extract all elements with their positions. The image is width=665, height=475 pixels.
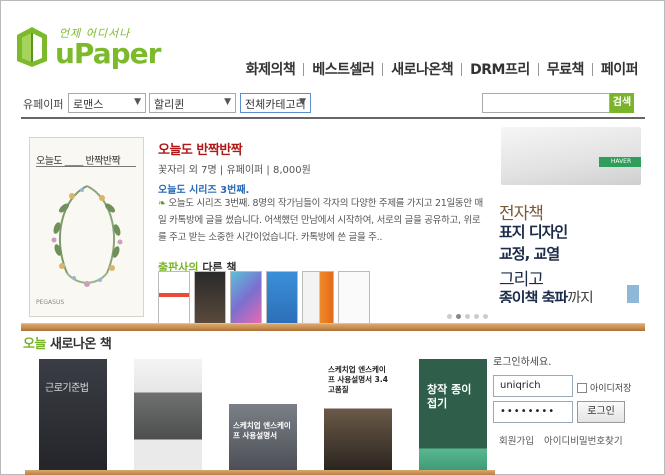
wooden-shelf-divider xyxy=(21,323,645,331)
search-input[interactable] xyxy=(482,93,610,113)
new-book-cover[interactable]: 스케치업 엔스케이프 사용설명서 xyxy=(229,359,297,471)
password-input[interactable]: •••••••• xyxy=(493,401,573,423)
featured-book-cover[interactable]: 오늘도 ____ 반짝반짝 PEGASUS xyxy=(29,137,144,317)
find-account-link[interactable]: 아이디비밀번호찾기 xyxy=(544,433,623,447)
site-logo[interactable]: 언제 어디서나 uPaper xyxy=(15,23,161,71)
promo-book-image: HAVER xyxy=(501,127,641,185)
username-input[interactable]: uniqrich xyxy=(493,375,573,397)
cover-publisher: PEGASUS xyxy=(36,299,65,306)
publisher-book-thumb[interactable] xyxy=(230,271,262,325)
nav-divider xyxy=(382,62,384,76)
checkbox-icon xyxy=(577,382,587,393)
carousel-dot[interactable] xyxy=(447,314,452,319)
login-links: 회원가입 아이디비밀번호찾기 xyxy=(499,433,623,447)
login-title: 로그인하세요. xyxy=(493,357,552,368)
publisher-book-thumb[interactable] xyxy=(338,271,370,325)
category-select-2[interactable]: 할리퀸 ▼ xyxy=(149,93,236,113)
chevron-down-icon: ▼ xyxy=(299,97,306,107)
promo-line-3: 교정, 교열 xyxy=(499,245,560,263)
save-id-label: 아이디저장 xyxy=(590,384,632,394)
nav-hot-books[interactable]: 화제의책 xyxy=(246,59,296,79)
main-nav: 화제의책 베스트셀러 새로나온책 DRM프리 무료책 페이퍼 xyxy=(246,59,639,79)
new-books-heading: 오늘 새로나온 책 xyxy=(23,333,112,352)
category-select-3-value: 전체카테고리 xyxy=(245,98,306,111)
featured-description: ❧ 오늘도 시리즈 3번째. 8명의 작가님들이 각자의 다양한 주제를 가지고… xyxy=(158,195,488,246)
carousel-dot[interactable] xyxy=(465,314,470,319)
category-search-bar: 유페이퍼 > 로맨스 ▼ 할리퀸 ▼ 전체카테고리 ▼ 검색 xyxy=(21,93,645,119)
publisher-book-thumb[interactable] xyxy=(266,271,298,325)
nav-bestseller[interactable]: 베스트셀러 xyxy=(312,59,374,79)
nav-divider xyxy=(303,62,305,76)
nav-divider xyxy=(537,62,539,76)
carousel-dots xyxy=(447,314,488,319)
chevron-down-icon: ▼ xyxy=(224,97,231,107)
carousel-dot[interactable] xyxy=(474,314,479,319)
featured-title[interactable]: 오늘도 반짝반짝 xyxy=(158,139,243,158)
new-books-shelf xyxy=(25,470,495,475)
wreath-illustration-icon xyxy=(51,185,123,287)
nav-new-books[interactable]: 새로나온책 xyxy=(391,59,453,79)
login-box: 로그인하세요. uniqrich 아이디저장 •••••••• 로그인 회원가입… xyxy=(489,351,645,475)
new-books-heading-today: 오늘 xyxy=(23,337,46,352)
publisher-books-list xyxy=(158,271,370,325)
username-value: uniqrich xyxy=(500,380,541,391)
chevron-down-icon: ▼ xyxy=(134,97,141,107)
promo-decoration xyxy=(627,285,639,303)
new-book-title: 스케치업 엔스케이프 사용설명서 3.4 고품질 xyxy=(328,365,388,394)
new-book-cover[interactable] xyxy=(134,359,202,471)
promo-line-5-bold: 종이책 축파 xyxy=(499,289,568,303)
signup-link[interactable]: 회원가입 xyxy=(499,433,534,447)
save-id-checkbox[interactable]: 아이디저장 xyxy=(577,381,631,394)
logo-text: uPaper xyxy=(55,37,161,70)
cover-divider xyxy=(36,166,136,167)
category-select-1-value: 로맨스 xyxy=(73,98,104,111)
carousel-dot[interactable] xyxy=(483,314,488,319)
new-book-cover[interactable]: 창작 종이접기 xyxy=(419,359,487,471)
promo-line-5: 종이책 축파까지 xyxy=(499,287,594,303)
cover-title: 오늘도 ____ 반짝반짝 xyxy=(36,156,121,167)
new-books-heading-rest: 새로나온 책 xyxy=(45,337,112,352)
promo-book-strip: HAVER xyxy=(599,157,641,167)
featured-series: 오늘도 시리즈 3번째. xyxy=(158,185,250,196)
browser-frame: 언제 어디서나 uPaper 화제의책 베스트셀러 새로나온책 DRM프리 무료… xyxy=(0,0,665,475)
featured-description-text: 오늘도 시리즈 3번째. 8명의 작가님들이 각자의 다양한 주제를 가지고 2… xyxy=(158,198,483,243)
featured-section: 오늘도 ____ 반짝반짝 PEGASUS 오늘도 반짝반짝 꽃자리 외 7명 … xyxy=(21,121,645,327)
password-value: •••••••• xyxy=(500,406,556,417)
nav-drm-free[interactable]: DRM프리 xyxy=(470,59,530,79)
nav-paper[interactable]: 페이퍼 xyxy=(601,59,639,79)
nav-free-books[interactable]: 무료책 xyxy=(547,59,585,79)
promo-line-2: 표지 디자인 xyxy=(499,223,568,241)
publisher-book-thumb[interactable] xyxy=(302,271,334,325)
promo-line-5-thin: 까지 xyxy=(567,289,594,303)
search-button[interactable]: 검색 xyxy=(610,93,634,113)
promo-banner[interactable]: HAVER 전자책 표지 디자인 교정, 교열 그리고 종이책 축파까지 xyxy=(493,127,641,303)
category-select-3[interactable]: 전체카테고리 ▼ xyxy=(240,93,311,113)
nav-divider xyxy=(461,62,463,76)
new-book-cover[interactable]: 스케치업 엔스케이프 사용설명서 3.4 고품질 xyxy=(324,359,392,471)
new-book-title: 근로기준법 xyxy=(45,383,89,394)
login-button[interactable]: 로그인 xyxy=(577,401,625,423)
category-select-1[interactable]: 로맨스 ▼ xyxy=(68,93,146,113)
featured-meta: 꽃자리 외 7명 | 유페이퍼 | 8,000원 xyxy=(158,165,311,176)
publisher-book-thumb[interactable] xyxy=(194,271,226,325)
category-select-2-value: 할리퀸 xyxy=(154,98,185,111)
publisher-book-thumb[interactable] xyxy=(158,271,190,325)
leaf-icon: ❧ xyxy=(158,198,166,209)
new-book-cover[interactable]: 근로기준법 xyxy=(39,359,107,471)
new-book-title: 창작 종이접기 xyxy=(427,383,472,410)
nav-divider xyxy=(591,62,593,76)
new-book-title: 스케치업 엔스케이프 사용설명서 xyxy=(233,421,291,440)
carousel-dot-active[interactable] xyxy=(456,314,461,319)
logo-book-icon xyxy=(17,27,47,67)
